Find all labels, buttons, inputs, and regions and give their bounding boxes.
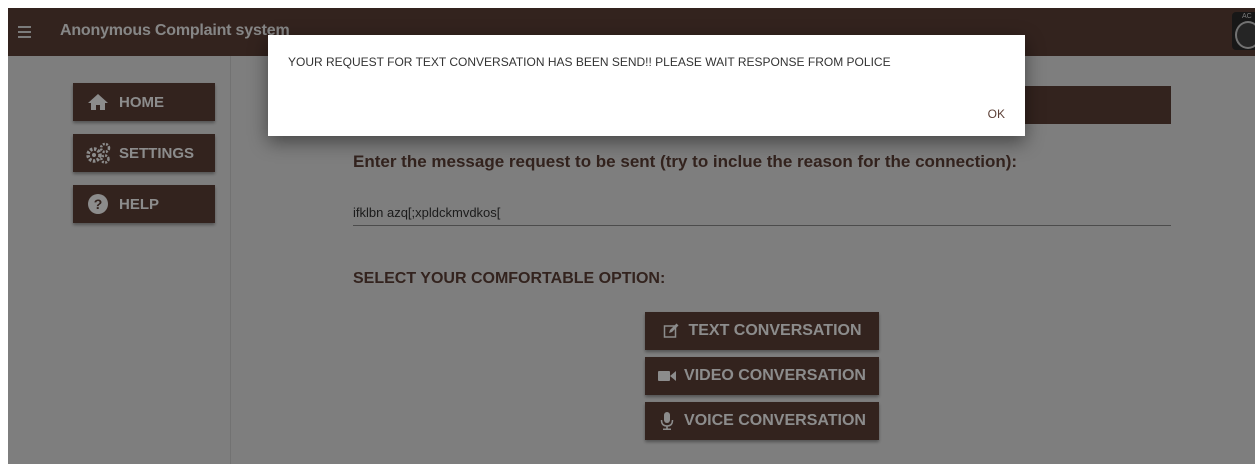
dialog-message: YOUR REQUEST FOR TEXT CONVERSATION HAS B… [288, 55, 891, 69]
alert-dialog: YOUR REQUEST FOR TEXT CONVERSATION HAS B… [268, 35, 1025, 136]
ok-button[interactable]: OK [980, 105, 1013, 123]
app-window: Anonymous Complaint system AC HOME SETTI… [8, 8, 1255, 464]
